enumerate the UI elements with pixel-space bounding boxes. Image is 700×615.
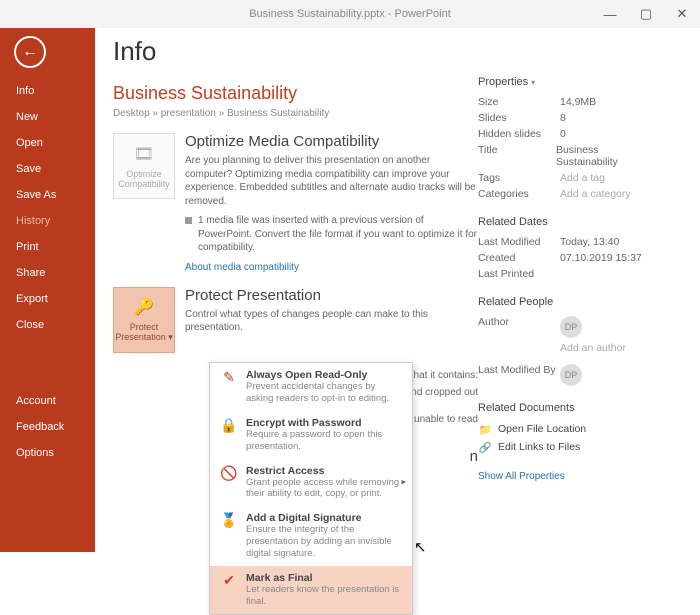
folder-icon: 📁 (478, 422, 492, 436)
menu-item-title: Add a Digital Signature (246, 512, 402, 524)
title-bar: Business Sustainability.pptx - PowerPoin… (0, 0, 700, 28)
menu-item-icon: 🏅 (220, 512, 238, 534)
show-all-properties[interactable]: Show All Properties (478, 471, 565, 482)
links-icon: 🔗 (478, 440, 492, 454)
optimize-heading: Optimize Media Compatibility (185, 133, 478, 150)
optimize-bullet: 1 media file was inserted with a previou… (198, 214, 478, 255)
related-dates-heading: Related Dates (478, 216, 658, 228)
nav-account[interactable]: Account (0, 388, 95, 414)
author-avatar[interactable]: DP (560, 316, 582, 338)
date-label: Last Modified (478, 236, 560, 248)
menu-item-desc: Ensure the integrity of the presentation… (246, 524, 402, 560)
nav-info[interactable]: Info (0, 78, 95, 104)
prop-value[interactable]: Add a tag (560, 172, 605, 184)
date-value: 07.10.2019 15:37 (560, 252, 642, 264)
window-title: Business Sustainability.pptx - PowerPoin… (249, 8, 451, 20)
prop-value: 14,9MB (560, 96, 596, 108)
protect-menu-item[interactable]: ✔ Mark as FinalLet readers know the prese… (210, 566, 412, 614)
menu-item-title: Always Open Read-Only (246, 369, 402, 381)
submenu-arrow-icon: ▸ (401, 477, 406, 488)
minimize-button[interactable]: — (592, 0, 628, 28)
protect-dropdown: ✎ Always Open Read-OnlyPrevent accidental… (209, 362, 413, 615)
modified-by-avatar[interactable]: DP (560, 364, 582, 386)
protect-presentation-button[interactable]: 🔑 Protect Presentation ▾ (113, 287, 175, 353)
prop-label: Hidden slides (478, 128, 560, 140)
open-file-location[interactable]: 📁Open File Location (478, 420, 658, 438)
lock-icon: 🔑 (132, 296, 156, 318)
menu-item-desc: Require a password to open this presenta… (246, 429, 402, 453)
about-media-link[interactable]: About media compatibility (185, 262, 299, 273)
nav-share[interactable]: Share (0, 260, 95, 286)
prop-label: Size (478, 96, 560, 108)
menu-item-desc: Let readers know the presentation is fin… (246, 584, 402, 608)
nav-options[interactable]: Options (0, 440, 95, 466)
prop-value: 0 (560, 128, 566, 140)
page-heading: Info (113, 36, 478, 67)
menu-item-title: Restrict Access (246, 465, 402, 477)
nav-print[interactable]: Print (0, 234, 95, 260)
breadcrumb[interactable]: Desktop » presentation » Business Sustai… (113, 108, 478, 119)
menu-item-icon: ✎ (220, 369, 238, 391)
nav-export[interactable]: Export (0, 286, 95, 312)
protect-menu-item[interactable]: 🔒 Encrypt with PasswordRequire a password… (210, 411, 412, 459)
protect-desc: Control what types of changes people can… (185, 308, 478, 335)
edit-links-to-files[interactable]: 🔗Edit Links to Files (478, 438, 658, 456)
menu-item-title: Encrypt with Password (246, 417, 402, 429)
nav-open[interactable]: Open (0, 130, 95, 156)
menu-item-icon: 🔒 (220, 417, 238, 439)
author-label: Author (478, 316, 560, 338)
modified-by-label: Last Modified By (478, 364, 560, 386)
prop-value[interactable]: Add a category (560, 188, 631, 200)
prop-label: Tags (478, 172, 560, 184)
nav-feedback[interactable]: Feedback (0, 414, 95, 440)
maximize-button[interactable]: ▢ (628, 0, 664, 28)
file-title: Business Sustainability (113, 83, 478, 104)
related-documents-heading: Related Documents (478, 402, 658, 414)
prop-label: Slides (478, 112, 560, 124)
menu-item-desc: Grant people access while removing their… (246, 477, 402, 501)
media-icon: 🎞 (132, 143, 156, 165)
nav-save-as[interactable]: Save As (0, 182, 95, 208)
menu-item-icon: ✔ (220, 572, 238, 594)
date-label: Last Printed (478, 268, 560, 280)
prop-label: Categories (478, 188, 560, 200)
add-author[interactable]: Add an author (560, 342, 626, 354)
protect-heading: Protect Presentation (185, 287, 478, 304)
backstage-sidebar: ← Info New Open Save Save As History Pri… (0, 28, 95, 552)
cursor-icon: ↖ (414, 538, 427, 556)
protect-menu-item[interactable]: 🏅 Add a Digital SignatureEnsure the integ… (210, 506, 412, 566)
nav-history[interactable]: History (0, 208, 95, 234)
date-label: Created (478, 252, 560, 264)
prop-value: 8 (560, 112, 566, 124)
properties-heading[interactable]: Properties (478, 76, 658, 88)
menu-item-desc: Prevent accidental changes by asking rea… (246, 381, 402, 405)
nav-save[interactable]: Save (0, 156, 95, 182)
bullet-icon (185, 217, 192, 224)
optimize-desc: Are you planning to deliver this present… (185, 154, 478, 208)
nav-new[interactable]: New (0, 104, 95, 130)
menu-item-icon: 🚫 (220, 465, 238, 487)
related-people-heading: Related People (478, 296, 658, 308)
menu-item-title: Mark as Final (246, 572, 402, 584)
close-button[interactable]: ✕ (664, 0, 700, 28)
nav-close[interactable]: Close (0, 312, 95, 338)
back-button[interactable]: ← (14, 36, 46, 68)
optimize-compatibility-button[interactable]: 🎞 Optimize Compatibility (113, 133, 175, 199)
prop-value: Business Sustainability (556, 144, 658, 168)
protect-menu-item[interactable]: ✎ Always Open Read-OnlyPrevent accidental… (210, 363, 412, 411)
protect-menu-item[interactable]: 🚫 Restrict AccessGrant people access whil… (210, 459, 412, 507)
date-value: Today, 13:40 (560, 236, 619, 248)
prop-label: Title (478, 144, 556, 168)
